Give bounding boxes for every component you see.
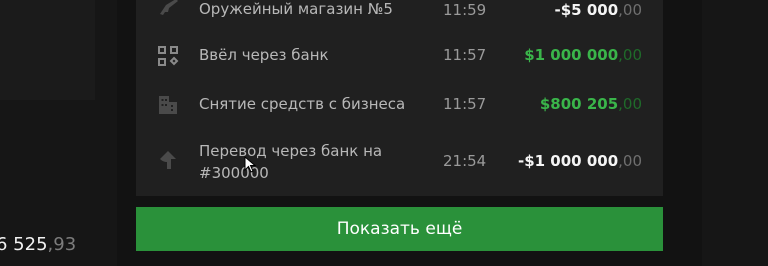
transaction-row: Оружейный магазин №5 11:59 -$5 000,00 [136,0,663,24]
building-icon [159,96,177,114]
transaction-time: 11:57 [443,95,487,113]
transaction-amount: $800 205,00 [540,95,642,113]
left-panel-block [0,0,95,100]
balance-main: 6 525 [0,234,48,255]
amount-main: -$1 000 000 [517,152,619,170]
transaction-name: Оружейный магазин №5 [199,0,393,18]
transaction-name: Перевод через банк на #300000 [199,142,383,182]
transaction-row: Перевод через банк на #300000 21:54 -$1 … [136,140,663,188]
amount-main: $800 205 [539,95,619,113]
transaction-amount: $1 000 000,00 [524,46,642,64]
transaction-amount: -$1 000 000,00 [518,152,642,170]
amount-cents: ,00 [618,152,642,170]
transaction-name: Снятие средств с бизнеса [199,95,406,113]
transaction-time: 11:57 [443,46,487,64]
amount-main: $1 000 000 [524,46,619,64]
amount-main: -$5 000 [554,1,619,19]
transaction-row: Снятие средств с бизнеса 11:57 $800 205,… [136,92,663,116]
transaction-time: 21:54 [443,152,487,170]
right-panel [702,0,768,266]
mouse-cursor-icon [244,156,256,173]
amount-cents: ,00 [618,46,642,64]
gun-icon [160,0,178,15]
transfer-arrow-icon [160,151,176,169]
show-more-button[interactable]: Показать ещё [136,207,663,251]
transaction-amount: -$5 000,00 [555,1,643,19]
balance-amount: 6 525,93 [0,234,76,255]
transaction-name: Ввёл через банк [199,46,329,64]
amount-cents: ,00 [618,95,642,113]
transaction-row: Ввёл через банк 11:57 $1 000 000,00 [136,44,663,68]
balance-cents: ,93 [47,234,77,255]
transaction-time: 11:59 [443,1,487,19]
amount-cents: ,00 [618,1,642,19]
qr-code-icon [158,46,179,66]
left-panel [0,0,117,266]
